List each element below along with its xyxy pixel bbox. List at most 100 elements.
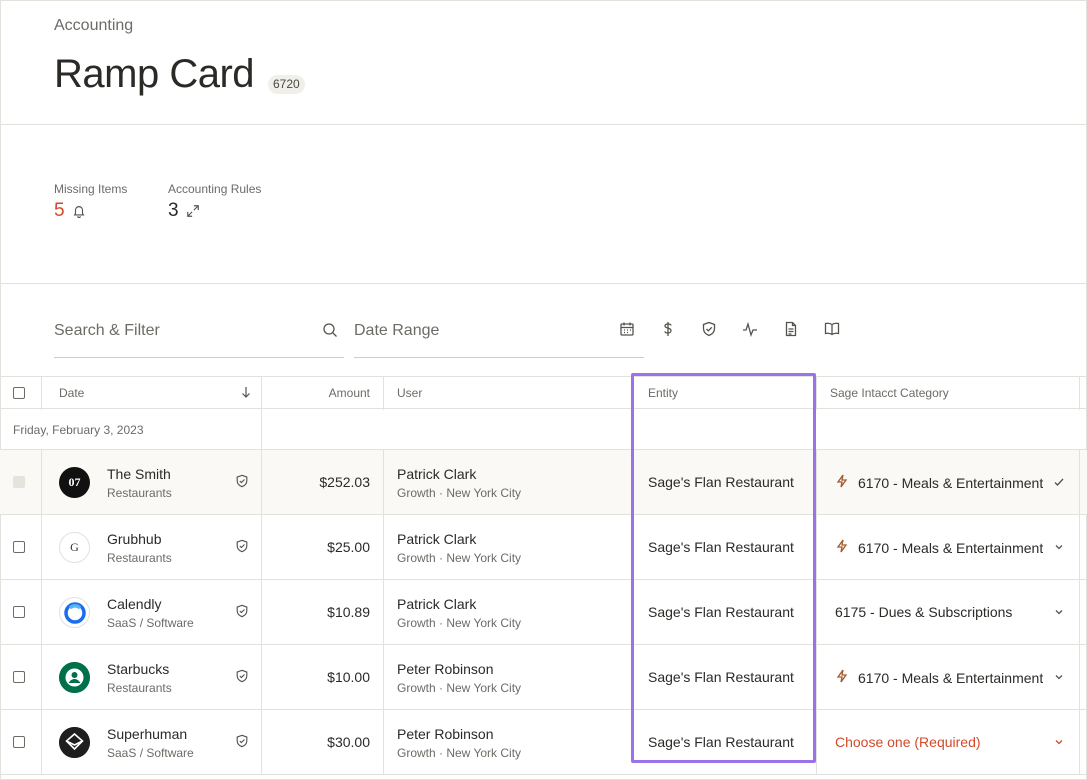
category-select[interactable]: 6170 - Meals & Entertainment [835,539,1045,556]
bell-icon [71,203,87,219]
row-checkbox[interactable] [13,671,25,683]
lightning-icon [835,539,849,556]
column-divider [261,580,262,645]
accounting-rules-count: 3 [168,200,179,221]
missing-items-stat[interactable]: Missing Items 5 [54,182,127,222]
entity-value[interactable]: Sage's Flan Restaurant [648,604,794,620]
column-divider [261,515,262,580]
entity-value[interactable]: Sage's Flan Restaurant [648,474,794,490]
breadcrumb[interactable]: Accounting [54,17,133,35]
column-divider [1079,450,1080,515]
row-checkbox[interactable] [13,606,25,618]
shield-check-icon[interactable] [235,539,249,558]
column-header-user[interactable]: User [397,386,422,400]
column-divider [1079,710,1080,775]
chevron-down-icon[interactable] [1053,605,1065,623]
book-icon[interactable] [823,320,841,338]
activity-icon[interactable] [741,320,759,338]
table-row[interactable]: G Grubhub Restaurants $25.00 Patrick Clark Gr… [0,515,1087,580]
column-header-date[interactable]: Date [59,386,84,400]
user-department: Growth · New York City [397,616,522,630]
table-row[interactable]: Calendly SaaS / Software $10.89 Patrick Cla… [0,580,1087,645]
search-input[interactable] [54,318,304,344]
category-select[interactable]: 6170 - Meals & Entertainment [835,669,1045,686]
entity-value[interactable]: Sage's Flan Restaurant [648,669,794,685]
merchant-category: SaaS / Software [107,616,194,630]
user-name[interactable]: Peter Robinson [397,661,494,677]
merchant-category: Restaurants [107,486,172,500]
column-divider [261,377,262,410]
user-name[interactable]: Patrick Clark [397,596,476,612]
category-value: 6170 - Meals & Entertainment [858,539,1044,556]
shield-check-icon[interactable] [235,474,249,493]
user-name[interactable]: Patrick Clark [397,531,476,547]
expand-icon [185,203,201,219]
lightning-icon [835,669,849,686]
calendar-icon[interactable] [618,320,636,338]
category-select[interactable]: Choose one (Required) [835,734,1045,750]
column-divider [383,710,384,775]
table-header: Date Amount User Entity Sage Intacct Cat… [0,376,1087,410]
column-header-entity[interactable]: Entity [648,386,678,400]
chevron-down-icon[interactable] [1053,670,1065,688]
shield-check-icon[interactable] [700,320,718,338]
date-range-input[interactable] [354,318,634,344]
row-checkbox[interactable] [13,541,25,553]
category-select[interactable]: 6170 - Meals & Entertainment [835,474,1045,491]
column-divider [1079,377,1080,410]
row-checkbox[interactable] [13,736,25,748]
entity-value[interactable]: Sage's Flan Restaurant [648,539,794,555]
accounting-rules-label: Accounting Rules [168,182,262,196]
column-divider [383,450,384,515]
shield-check-icon[interactable] [235,604,249,623]
column-header-amount[interactable]: Amount [329,386,370,400]
dollar-icon[interactable] [659,320,677,338]
entity-value[interactable]: Sage's Flan Restaurant [648,734,794,750]
column-divider [816,645,817,710]
column-divider [41,710,42,775]
row-checkbox[interactable] [13,476,25,488]
amount-value: $30.00 [327,734,370,750]
search-icon[interactable] [322,322,338,343]
column-divider [816,515,817,580]
chevron-down-icon[interactable] [1053,540,1065,558]
merchant-category: Restaurants [107,681,172,695]
category-value: 6170 - Meals & Entertainment [858,474,1044,491]
column-divider [383,645,384,710]
column-header-category[interactable]: Sage Intacct Category [830,386,949,400]
sort-arrow-down-icon[interactable] [240,386,252,401]
merchant-name[interactable]: The Smith [107,466,171,482]
merchant-name[interactable]: Superhuman [107,726,187,742]
select-all-checkbox[interactable] [13,387,25,399]
accounting-rules-stat[interactable]: Accounting Rules 3 [168,182,261,222]
chevron-down-icon[interactable] [1053,735,1065,753]
column-divider [261,710,262,775]
amount-value: $10.89 [327,604,370,620]
date-group-row: Friday, February 3, 2023 [0,409,1087,450]
table-row[interactable]: Superhuman SaaS / Software $30.00 Peter Rob… [0,710,1087,775]
user-name[interactable]: Peter Robinson [397,726,494,742]
category-select[interactable]: 6175 - Dues & Subscriptions [835,604,1045,620]
shield-check-icon[interactable] [235,669,249,688]
merchant-name[interactable]: Starbucks [107,661,169,677]
shield-check-icon[interactable] [235,734,249,753]
amount-value: $10.00 [327,669,370,685]
column-divider [1079,645,1080,710]
column-divider [816,580,817,645]
column-divider [383,580,384,645]
merchant-category: SaaS / Software [107,746,194,760]
amount-value: $25.00 [327,539,370,555]
table-row[interactable]: Starbucks Restaurants $10.00 Peter Robinson… [0,645,1087,710]
starbucks-logo [59,662,90,693]
user-name[interactable]: Patrick Clark [397,466,476,482]
merchant-name[interactable]: Calendly [107,596,161,612]
column-divider [261,450,262,515]
category-value: Choose one (Required) [835,734,981,750]
document-icon[interactable] [782,320,800,338]
table-row[interactable]: 07 The Smith Restaurants $252.03 Patrick Cla… [0,450,1087,515]
merchant-name[interactable]: Grubhub [107,531,161,547]
transactions-table: Date Amount User Entity Sage Intacct Cat… [0,376,1087,780]
the-smith-logo: 07 [59,467,90,498]
checkmark-icon[interactable] [1053,475,1065,493]
merchant-category: Restaurants [107,551,172,565]
